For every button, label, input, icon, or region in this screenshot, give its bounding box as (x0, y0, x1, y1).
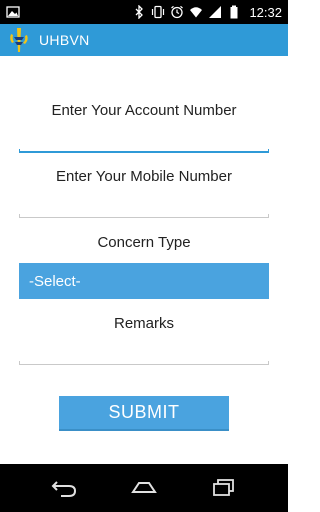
back-icon[interactable] (49, 476, 79, 500)
mobile-number-input[interactable] (19, 197, 269, 218)
home-icon[interactable] (129, 476, 159, 500)
concern-type-select[interactable]: -Select- (19, 263, 269, 299)
remarks-input-edge-left (19, 361, 20, 365)
remarks-input-edge-right (268, 361, 269, 365)
recent-apps-icon[interactable] (209, 476, 239, 500)
account-input-edge-left (19, 149, 20, 153)
signal-icon (209, 6, 222, 18)
concern-type-selected-value: -Select- (29, 272, 81, 290)
battery-icon (230, 5, 238, 19)
mobile-input-edge-left (19, 214, 20, 218)
status-time: 12:32 (249, 4, 282, 20)
account-input-edge-right (268, 149, 269, 153)
concern-type-label: Concern Type (97, 234, 191, 251)
navigation-bar (0, 464, 288, 512)
remarks-label: Remarks (113, 315, 174, 332)
bluetooth-icon (135, 5, 144, 19)
remarks-input[interactable] (19, 344, 269, 365)
mobile-input-edge-right (268, 214, 269, 218)
image-icon (6, 6, 20, 18)
wifi-icon (190, 7, 203, 18)
account-number-input[interactable] (19, 131, 269, 153)
submit-button[interactable]: SUBMIT (59, 396, 229, 431)
vibrate-icon (152, 5, 165, 19)
account-number-label: Enter Your Account Number (51, 102, 237, 119)
uhbvn-logo-icon (10, 28, 28, 52)
app-bar: UHBVN (0, 24, 288, 56)
mobile-number-label: Enter Your Mobile Number (56, 168, 232, 185)
app-title: UHBVN (39, 32, 90, 48)
status-bar: 12:32 (0, 0, 288, 24)
alarm-icon (171, 5, 184, 19)
